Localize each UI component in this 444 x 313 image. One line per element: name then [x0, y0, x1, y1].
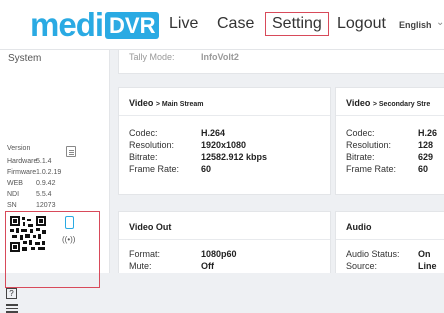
card-title: Video > Main Stream	[119, 88, 330, 116]
sidebar-item-system[interactable]: System	[8, 53, 41, 64]
menu-icon[interactable]	[6, 304, 18, 313]
medidvr-logo[interactable]: medi DVR	[30, 6, 160, 44]
info-row-hardware: Hardware 5.1.4	[7, 158, 52, 165]
qr-code-image	[10, 216, 46, 252]
card-title: Video Out	[119, 212, 330, 240]
bitrate-row: Bitrate: 629	[346, 152, 434, 162]
info-row-firmware: Firmware 1.0.2.19	[7, 169, 62, 176]
language-select[interactable]: English	[399, 20, 432, 30]
mute-row: Mute: Off	[129, 261, 214, 271]
main-stream-card: Video > Main Stream Codec: H.264 Resoluti…	[118, 87, 331, 195]
info-row-sn: SN 12073	[7, 202, 56, 209]
phone-icon[interactable]	[65, 216, 74, 229]
logo-text: medi	[30, 6, 104, 43]
version-label: Version	[7, 145, 31, 152]
secondary-stream-card: Video > Secondary Stre Codec: H.26 Resolu…	[335, 87, 444, 195]
frame-rate-row: Frame Rate: 60	[346, 164, 429, 174]
nav-case[interactable]: Case	[217, 15, 254, 33]
info-row-web: WEB 0.9.42	[7, 180, 56, 187]
wireless-signal-icon[interactable]: ((•))	[62, 235, 75, 244]
nav-logout[interactable]: Logout	[337, 15, 386, 33]
codec-row: Codec: H.26	[346, 128, 438, 138]
audio-status-row: Audio Status: On	[346, 249, 431, 259]
codec-row: Codec: H.264	[129, 128, 226, 138]
top-navigation-bar: medi DVR Live Case Setting Logout Englis…	[0, 0, 444, 50]
audio-card: Audio Audio Status: On Source: Line	[335, 211, 444, 273]
document-icon[interactable]	[66, 146, 76, 157]
logo-badge: DVR	[105, 11, 160, 39]
resolution-row: Resolution: 128	[346, 140, 434, 150]
video-out-card: Video Out Format: 1080p60 Mute: Off	[118, 211, 331, 273]
format-row: Format: 1080p60	[129, 249, 237, 259]
resolution-row: Resolution: 1920x1080	[129, 140, 247, 150]
info-row-ndi: NDI 5.5.4	[7, 191, 52, 198]
card-title: Video > Secondary Stre	[336, 88, 444, 116]
help-icon[interactable]: ?	[6, 288, 17, 299]
sidebar: System Version Hardware 5.1.4 Firmware 1.0…	[0, 50, 110, 313]
source-row: Source: Line	[346, 261, 437, 271]
chevron-down-icon[interactable]: ⌄	[436, 17, 444, 28]
card-title: Audio	[336, 212, 444, 240]
nav-setting[interactable]: Setting	[265, 12, 329, 36]
nav-live[interactable]: Live	[169, 15, 198, 33]
tally-card: Tally Mode: InfoVolt2	[118, 50, 444, 74]
tally-mode-row: Tally Mode: InfoVolt2	[129, 52, 239, 62]
frame-rate-row: Frame Rate: 60	[129, 164, 212, 174]
qr-code-panel: ((•))	[5, 211, 100, 288]
bitrate-row: Bitrate: 12582.912 kbps	[129, 152, 268, 162]
